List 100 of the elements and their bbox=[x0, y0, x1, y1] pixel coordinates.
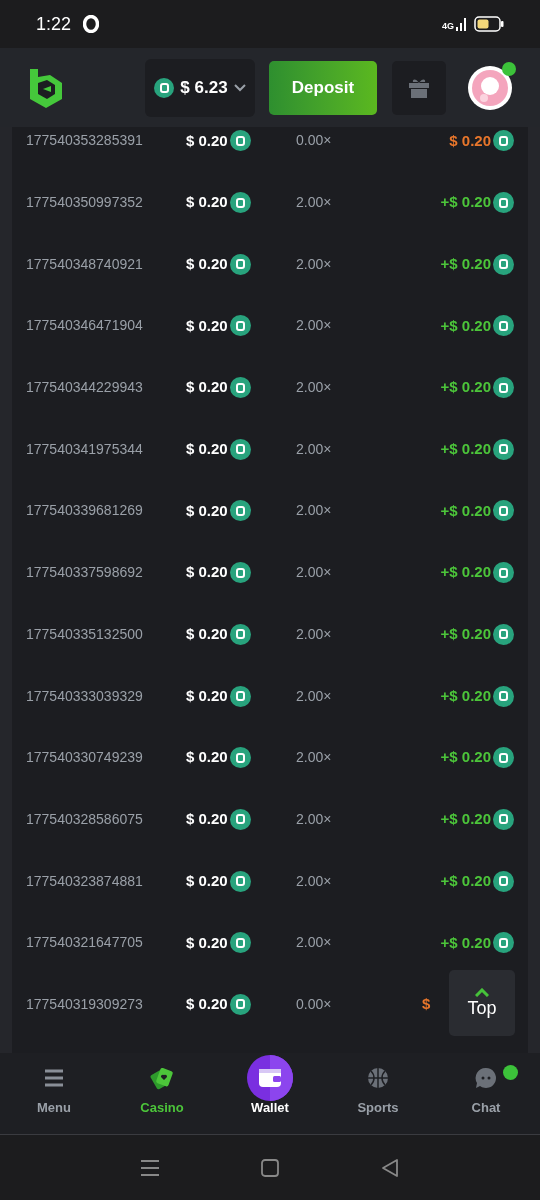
coin-icon bbox=[229, 747, 251, 769]
chevron-up-icon bbox=[475, 987, 489, 997]
payout-amount: +$ 0.20 bbox=[440, 253, 491, 274]
bet-amount: $ 0.20 bbox=[186, 192, 228, 213]
multiplier: 2.00× bbox=[296, 624, 333, 644]
coin-icon bbox=[493, 562, 514, 584]
multiplier: 2.00× bbox=[296, 563, 333, 583]
multiplier: 2.00× bbox=[296, 748, 333, 768]
payout-amount: +$ 0.20 bbox=[440, 500, 491, 521]
coin-icon bbox=[154, 77, 175, 98]
multiplier: 2.00× bbox=[296, 254, 333, 274]
bet-id: 177540321647705 bbox=[25, 933, 144, 953]
multiplier: 2.00× bbox=[296, 933, 333, 953]
coin-icon bbox=[229, 685, 251, 707]
bet-amount: $ 0.20 bbox=[186, 747, 228, 768]
coin-icon bbox=[493, 747, 514, 769]
payout-amount: +$ 0.20 bbox=[440, 809, 491, 830]
chevron-down-icon bbox=[233, 83, 246, 92]
coin-icon bbox=[493, 500, 514, 522]
coin-icon bbox=[493, 870, 514, 892]
multiplier: 2.00× bbox=[296, 871, 333, 891]
coin-icon bbox=[493, 685, 514, 707]
status-time: 1:22 bbox=[36, 12, 72, 36]
coin-icon bbox=[229, 315, 251, 337]
coin-icon bbox=[493, 253, 514, 275]
coin-icon bbox=[229, 500, 251, 522]
bet-id: 177540339681269 bbox=[25, 501, 144, 521]
nav-tab[interactable]: Menu bbox=[0, 1053, 108, 1134]
bet-id: 177540319309273 bbox=[25, 994, 144, 1014]
multiplier: 2.00× bbox=[296, 378, 333, 398]
top-button[interactable]: Top bbox=[449, 970, 515, 1036]
coin-icon bbox=[493, 315, 514, 337]
bet-id: 177540333039329 bbox=[25, 686, 144, 706]
coin-icon bbox=[493, 623, 514, 645]
multiplier: 2.00× bbox=[296, 439, 333, 459]
payout-amount: +$ 0.20 bbox=[440, 315, 491, 336]
bet-id: 177540328586075 bbox=[25, 809, 144, 829]
bet-amount: $ 0.20 bbox=[186, 500, 228, 521]
multiplier: 2.00× bbox=[296, 316, 333, 336]
coin-icon bbox=[229, 993, 251, 1015]
nav-tab[interactable]: Casino bbox=[108, 1053, 216, 1134]
coin-icon bbox=[229, 870, 251, 892]
payout-amount: $ bbox=[422, 994, 431, 1015]
payout-amount: +$ 0.20 bbox=[440, 624, 491, 645]
coin-icon bbox=[229, 808, 251, 830]
gift-button[interactable] bbox=[392, 60, 446, 115]
coin-icon bbox=[493, 808, 514, 830]
bet-amount: $ 0.20 bbox=[186, 253, 228, 274]
wallet-icon bbox=[247, 1054, 293, 1101]
app-icon bbox=[83, 15, 100, 33]
bet-amount: $ 0.20 bbox=[186, 932, 228, 953]
bet-id: 177540353285391 bbox=[25, 131, 144, 151]
bet-amount: $ 0.20 bbox=[186, 377, 228, 398]
coin-icon bbox=[493, 130, 514, 152]
recents-icon[interactable] bbox=[140, 1158, 160, 1177]
bet-amount: $ 0.20 bbox=[186, 624, 228, 645]
payout-amount: +$ 0.20 bbox=[440, 192, 491, 213]
payout-amount: +$ 0.20 bbox=[440, 747, 491, 768]
multiplier: 2.00× bbox=[296, 809, 333, 829]
back-icon[interactable] bbox=[380, 1157, 400, 1178]
chat-icon bbox=[475, 1066, 497, 1089]
home-icon[interactable] bbox=[260, 1157, 280, 1178]
nav-tab[interactable]: Wallet bbox=[216, 1053, 324, 1134]
bet-id: 177540335132500 bbox=[25, 624, 144, 644]
bet-amount: $ 0.20 bbox=[186, 870, 228, 891]
balance-selector[interactable]: $ 6.23 bbox=[145, 58, 255, 117]
coin-icon bbox=[229, 623, 251, 645]
payout-amount: +$ 0.20 bbox=[440, 562, 491, 583]
coin-icon bbox=[229, 932, 251, 954]
bet-amount: $ 0.20 bbox=[186, 562, 228, 583]
multiplier: 0.00× bbox=[296, 131, 333, 151]
bet-amount: $ 0.20 bbox=[186, 685, 228, 706]
bet-id: 177540337598692 bbox=[25, 563, 144, 583]
bet-id: 177540348740921 bbox=[25, 254, 144, 274]
payout-amount: +$ 0.20 bbox=[440, 377, 491, 398]
bet-amount: $ 0.20 bbox=[186, 130, 228, 151]
payout-amount: +$ 0.20 bbox=[440, 685, 491, 706]
coin-icon bbox=[229, 130, 251, 152]
avatar[interactable] bbox=[468, 65, 512, 110]
nav-tab[interactable]: Chat bbox=[432, 1053, 540, 1134]
nav-tab[interactable]: Sports bbox=[324, 1053, 432, 1134]
bet-amount: $ 0.20 bbox=[186, 439, 228, 460]
cards-icon bbox=[150, 1065, 174, 1090]
basketball-icon bbox=[367, 1066, 389, 1089]
payout-amount: +$ 0.20 bbox=[440, 439, 491, 460]
bet-amount: $ 0.20 bbox=[186, 315, 228, 336]
coin-icon bbox=[493, 192, 514, 214]
payout-amount: +$ 0.20 bbox=[440, 870, 491, 891]
coin-icon bbox=[229, 377, 251, 399]
coin-icon bbox=[229, 562, 251, 584]
battery-icon bbox=[474, 16, 504, 32]
coin-icon bbox=[229, 438, 251, 460]
multiplier: 2.00× bbox=[296, 501, 333, 521]
coin-icon bbox=[493, 377, 514, 399]
coin-icon bbox=[229, 253, 251, 275]
coin-icon bbox=[229, 192, 251, 214]
multiplier: 0.00× bbox=[296, 994, 333, 1014]
bet-amount: $ 0.20 bbox=[186, 994, 228, 1015]
bet-id: 177540346471904 bbox=[25, 316, 144, 336]
bet-id: 177540344229943 bbox=[25, 378, 144, 398]
